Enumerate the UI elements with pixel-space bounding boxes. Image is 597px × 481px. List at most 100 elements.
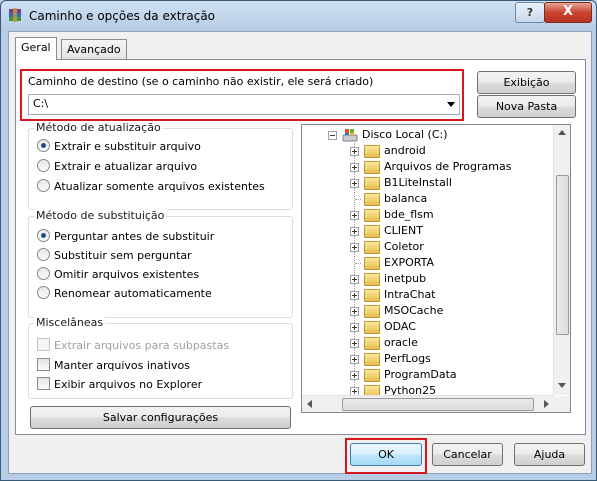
scroll-down-arrow-icon[interactable]: [558, 383, 566, 388]
radio-ask-before[interactable]: Perguntar antes de substituir: [37, 229, 214, 245]
misc-group: Miscelâneas Extrair arquivos para subpas…: [28, 316, 293, 399]
tab-geral[interactable]: Geral: [15, 37, 57, 60]
expand-icon[interactable]: [350, 243, 359, 252]
checkbox: [37, 338, 50, 351]
folder-label: Arquivos de Programas: [384, 160, 512, 173]
folder-icon: [364, 257, 380, 270]
tree-horizontal-thumb[interactable]: [342, 398, 534, 411]
folder-label: MSOCache: [384, 304, 444, 317]
folder-icon: [364, 241, 380, 254]
option-label: Extrair e substituir arquivo: [54, 140, 201, 153]
radio-update-existing[interactable]: Atualizar somente arquivos existentes: [37, 179, 265, 195]
cancel-button[interactable]: Cancelar: [432, 443, 503, 466]
expand-icon[interactable]: [350, 227, 359, 236]
folder-icon: [364, 161, 380, 174]
misc-title: Miscelâneas: [34, 316, 106, 329]
expand-icon[interactable]: [350, 307, 359, 316]
title-bar[interactable]: Caminho e opções da extração ? X: [1, 1, 596, 31]
option-label: Manter arquivos inativos: [54, 359, 190, 372]
destination-value[interactable]: C:\: [33, 97, 48, 110]
update-method-group: Método de atualização Extrair e substitu…: [28, 121, 293, 210]
update-method-title: Método de atualização: [34, 121, 163, 134]
radio-overwrite-without-asking[interactable]: Substituir sem perguntar: [37, 248, 192, 264]
new-folder-button[interactable]: Nova Pasta: [477, 95, 576, 118]
help-label: Ajuda: [533, 448, 566, 461]
folder-icon: [364, 209, 380, 222]
expand-icon[interactable]: [350, 147, 359, 156]
radio-button[interactable]: [37, 248, 50, 261]
checkbox-keep-broken[interactable]: Manter arquivos inativos: [37, 358, 190, 374]
expand-icon[interactable]: [350, 355, 359, 364]
expand-icon[interactable]: [350, 371, 359, 380]
folder-label: oracle: [384, 336, 418, 349]
folder-icon: [364, 273, 380, 286]
folder-label: EXPORTA: [384, 256, 435, 269]
tab-avancado[interactable]: Avançado: [61, 39, 127, 59]
ok-button[interactable]: OK: [350, 443, 422, 466]
radio-skip-existing[interactable]: Omitir arquivos existentes: [37, 267, 199, 283]
checkbox-extract-subfolders: Extrair arquivos para subpastas: [37, 338, 229, 354]
expand-icon[interactable]: [350, 339, 359, 348]
option-label: Extrair e atualizar arquivo: [54, 160, 198, 173]
tab-panel-geral: Caminho de destino (se o caminho não exi…: [15, 59, 586, 435]
radio-extract-update[interactable]: Extrair e atualizar arquivo: [37, 159, 197, 175]
browse-button-label: Exibição: [503, 76, 550, 89]
radio-button[interactable]: [37, 267, 50, 280]
tree-vertical-scrollbar[interactable]: [553, 125, 570, 395]
scroll-right-arrow-icon[interactable]: [544, 400, 549, 408]
folder-tree[interactable]: Disco Local (C:) android Arquivos de Progr…: [301, 124, 571, 413]
folder-label: CLIENT: [384, 224, 423, 237]
expand-icon[interactable]: [350, 323, 359, 332]
folder-icon: [364, 289, 380, 302]
tree-vertical-thumb[interactable]: [556, 175, 569, 335]
folder-label: Coletor: [384, 240, 424, 253]
folder-icon: [364, 337, 380, 350]
checkbox[interactable]: [37, 377, 50, 390]
ok-label: OK: [378, 448, 394, 461]
folder-label: android: [384, 144, 426, 157]
folder-icon: [364, 305, 380, 318]
drive-icon: [342, 129, 358, 142]
expand-icon[interactable]: [350, 211, 359, 220]
save-settings-label: Salvar configurações: [102, 411, 219, 424]
folder-icon: [364, 369, 380, 382]
help-title-button[interactable]: ?: [515, 2, 545, 23]
scroll-left-arrow-icon[interactable]: [307, 400, 312, 408]
expand-icon[interactable]: [350, 275, 359, 284]
radio-button[interactable]: [37, 159, 50, 172]
radio-button[interactable]: [37, 139, 50, 152]
folder-label: B1LiteInstall: [384, 176, 452, 189]
option-label: Renomear automaticamente: [54, 287, 212, 300]
close-button[interactable]: X: [544, 2, 592, 23]
checkbox[interactable]: [37, 358, 50, 371]
radio-extract-replace[interactable]: Extrair e substituir arquivo: [37, 139, 201, 155]
new-folder-button-label: Nova Pasta: [495, 100, 558, 113]
winrar-archive-icon: [9, 8, 21, 22]
help-button[interactable]: Ajuda: [514, 443, 585, 466]
cancel-label: Cancelar: [443, 448, 492, 461]
checkbox-show-explorer[interactable]: Exibir arquivos no Explorer: [37, 377, 202, 393]
tree-horizontal-scrollbar[interactable]: [302, 395, 554, 412]
chevron-down-icon[interactable]: [447, 102, 455, 107]
scroll-up-arrow-icon[interactable]: [558, 130, 566, 135]
radio-button[interactable]: [37, 229, 50, 242]
folder-icon: [364, 177, 380, 190]
option-label: Perguntar antes de substituir: [54, 230, 215, 243]
destination-combobox[interactable]: C:\: [28, 94, 460, 115]
option-label: Extrair arquivos para subpastas: [54, 339, 230, 352]
radio-rename-auto[interactable]: Renomear automaticamente: [37, 286, 212, 302]
collapse-icon[interactable]: [328, 131, 337, 140]
browse-button[interactable]: Exibição: [477, 71, 576, 94]
overwrite-mode-group: Método de substituição Perguntar antes d…: [28, 209, 293, 318]
folder-icon: [364, 145, 380, 158]
overwrite-mode-title: Método de substituição: [34, 209, 167, 222]
folder-label: bde_flsm: [384, 208, 434, 221]
option-label: Omitir arquivos existentes: [54, 268, 200, 281]
expand-icon[interactable]: [350, 179, 359, 188]
radio-button[interactable]: [37, 286, 50, 299]
folder-label: PerfLogs: [384, 352, 431, 365]
save-settings-button[interactable]: Salvar configurações: [30, 406, 291, 429]
expand-icon[interactable]: [350, 163, 359, 172]
expand-icon[interactable]: [350, 291, 359, 300]
radio-button[interactable]: [37, 179, 50, 192]
